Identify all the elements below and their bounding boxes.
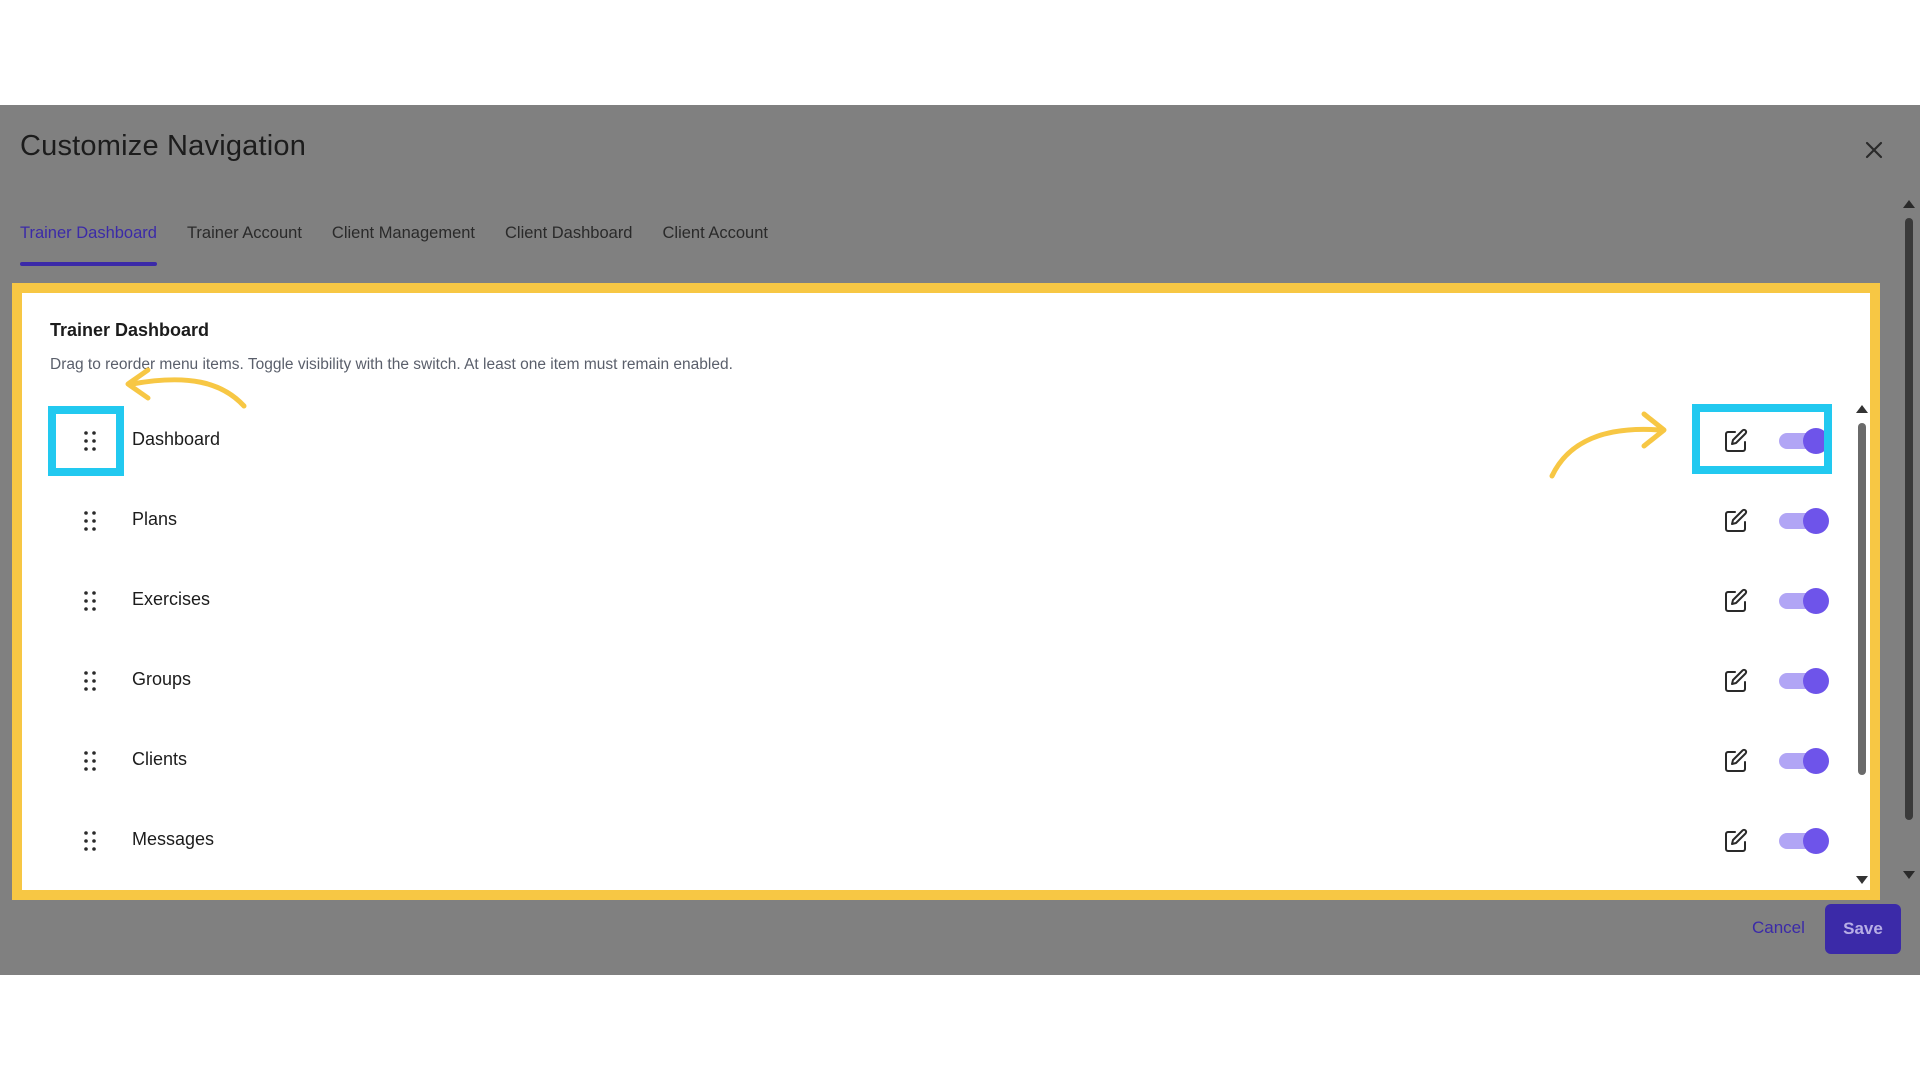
toggle-knob <box>1803 668 1829 694</box>
nav-item-label: Messages <box>132 829 215 849</box>
list-item: Clients <box>22 725 1870 805</box>
modal-scroll-up-arrow[interactable] <box>1903 200 1915 208</box>
tab-client-dashboard[interactable]: Client Dashboard <box>505 224 633 266</box>
modal-scroll-down-arrow[interactable] <box>1903 871 1915 879</box>
modal-title: Customize Navigation <box>20 130 307 162</box>
visibility-toggle[interactable] <box>1779 428 1829 454</box>
modal-scrollbar-thumb[interactable] <box>1905 218 1913 820</box>
nav-item-label: Clients <box>132 749 188 769</box>
nav-item-label: Groups <box>132 669 192 689</box>
drag-handle-icon[interactable] <box>82 429 98 453</box>
screen: Customize Navigation Trainer Dashboard T… <box>0 0 1920 1080</box>
nav-item-label: Exercises <box>132 589 211 609</box>
toggle-knob <box>1803 828 1829 854</box>
toggle-knob <box>1803 508 1829 534</box>
drag-handle-icon[interactable] <box>82 669 98 693</box>
nav-item-label: Plans <box>132 509 178 529</box>
visibility-toggle[interactable] <box>1779 668 1829 694</box>
visibility-toggle[interactable] <box>1779 828 1829 854</box>
tab-trainer-dashboard[interactable]: Trainer Dashboard <box>20 224 157 266</box>
edit-icon[interactable] <box>1722 747 1750 775</box>
list-item: Groups <box>22 645 1870 725</box>
close-button[interactable] <box>1860 136 1888 164</box>
nav-item-label: Dashboard <box>132 429 221 449</box>
drag-handle-icon[interactable] <box>82 829 98 853</box>
visibility-toggle[interactable] <box>1779 748 1829 774</box>
visibility-toggle[interactable] <box>1779 508 1829 534</box>
edit-icon[interactable] <box>1722 667 1750 695</box>
list-scrollbar-thumb[interactable] <box>1858 423 1866 775</box>
toggle-knob <box>1803 428 1829 454</box>
cancel-button[interactable]: Cancel <box>1752 918 1805 938</box>
list-item: Messages <box>22 805 1870 885</box>
list-item: Exercises <box>22 565 1870 645</box>
edit-icon[interactable] <box>1722 507 1750 535</box>
edit-icon[interactable] <box>1722 827 1750 855</box>
panel-title: Trainer Dashboard <box>50 320 210 340</box>
close-icon <box>1865 141 1883 159</box>
panel-description: Drag to reorder menu items. Toggle visib… <box>50 356 733 373</box>
edit-icon[interactable] <box>1722 587 1750 615</box>
drag-handle-icon[interactable] <box>82 749 98 773</box>
edit-icon[interactable] <box>1722 427 1750 455</box>
visibility-toggle[interactable] <box>1779 588 1829 614</box>
tab-client-account[interactable]: Client Account <box>663 224 768 266</box>
tab-bar: Trainer Dashboard Trainer Account Client… <box>20 224 768 266</box>
list-scroll-up-arrow[interactable] <box>1856 405 1868 413</box>
drag-handle-icon[interactable] <box>82 589 98 613</box>
trainer-dashboard-panel: Trainer Dashboard Drag to reorder menu i… <box>12 283 1880 900</box>
list-item: Plans <box>22 485 1870 565</box>
drag-handle-icon[interactable] <box>82 509 98 533</box>
tab-trainer-account[interactable]: Trainer Account <box>187 224 302 266</box>
toggle-knob <box>1803 748 1829 774</box>
tab-client-management[interactable]: Client Management <box>332 224 475 266</box>
toggle-knob <box>1803 588 1829 614</box>
list-item: Dashboard <box>22 405 1870 485</box>
list-scroll-down-arrow[interactable] <box>1856 876 1868 884</box>
save-button[interactable]: Save <box>1825 904 1901 954</box>
